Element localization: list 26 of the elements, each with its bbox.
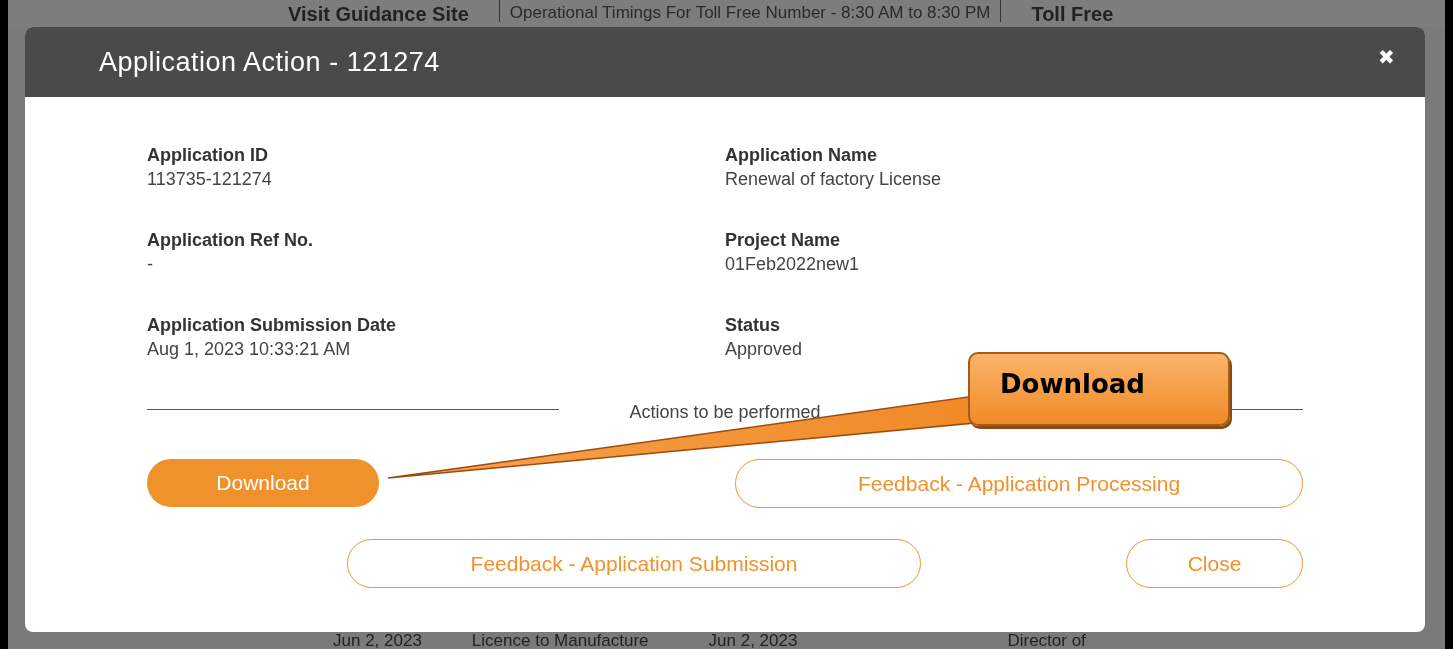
field-label: Status	[725, 315, 781, 336]
field-label: Application ID	[147, 145, 269, 166]
feedback-button[interactable]: Feedback - Application Processing	[735, 459, 1303, 508]
field-value: 01Feb2022new1	[725, 254, 861, 275]
section-heading: Actions to be performed	[629, 402, 821, 423]
timings-notice: Operational Timings For Toll Free Number - 8:30 AM to 8:30 PM	[498, 0, 1002, 22]
field-label: Project Name	[725, 230, 842, 251]
download-button[interactable]: Download	[147, 459, 379, 507]
field-value: Approved	[725, 339, 804, 360]
close-button[interactable]: Close	[1126, 539, 1303, 588]
header-link[interactable]: Toll Free	[1031, 4, 1114, 24]
field-label: Application Submission Date	[147, 315, 398, 336]
callout-box: Download	[968, 352, 1230, 426]
table-cell: Director of	[1007, 632, 1086, 649]
dialog-title: Application Action - 121274	[99, 46, 440, 78]
field-value: 113735-121274	[147, 169, 273, 190]
table-cell: Licence to Manufacture	[471, 632, 649, 649]
field-value: Aug 1, 2023 10:33:21 AM	[147, 339, 352, 360]
field-label: Application Ref No.	[147, 230, 314, 251]
table-cell: Jun 2, 2023	[333, 632, 422, 649]
field-value: -	[147, 254, 154, 275]
table-cell: Jun 2, 2023	[708, 632, 798, 649]
field-value: Renewal of factory License	[725, 169, 943, 190]
header-link[interactable]: Visit Guidance Site	[288, 4, 469, 24]
feedback-button[interactable]: Feedback - Application Submission	[347, 539, 921, 588]
field-label: Application Name	[725, 145, 879, 166]
